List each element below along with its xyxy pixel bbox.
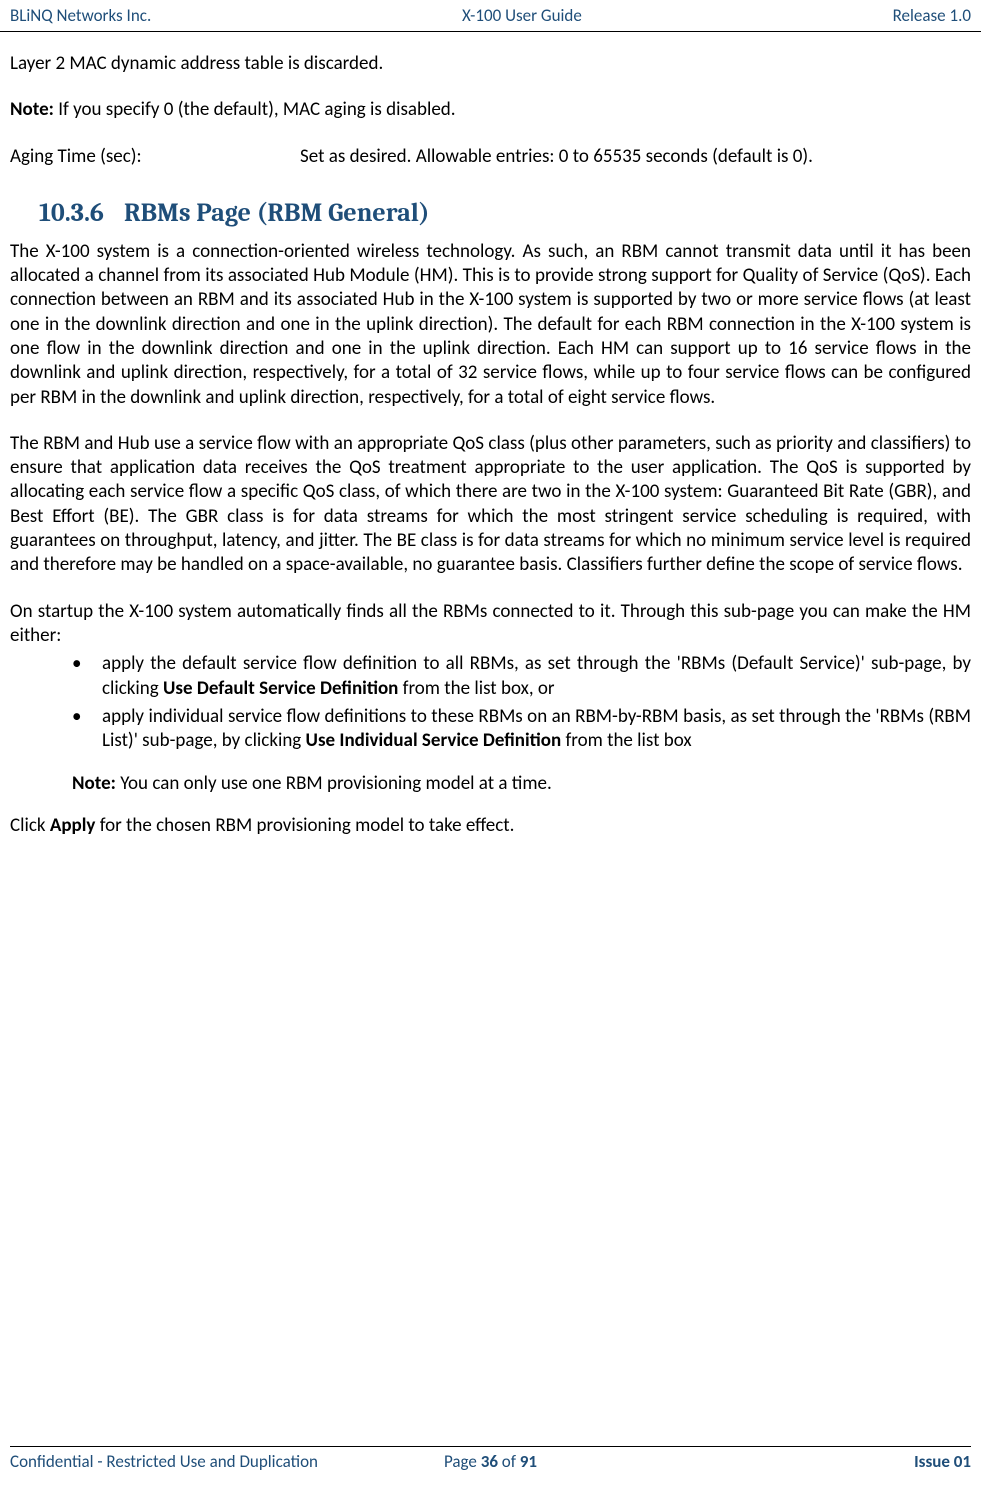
bullet-2-bold: Use Individual Service Definition (306, 729, 562, 752)
section-number: 10.3.6 (39, 198, 104, 228)
page-prefix: Page (444, 1451, 481, 1472)
intro-text: Layer 2 MAC dynamic address table is dis… (10, 52, 971, 76)
list-item: apply the default service flow definitio… (72, 652, 971, 701)
page-mid: of (498, 1451, 520, 1472)
page-number: 36 (481, 1451, 498, 1472)
note-2-label: Note: (72, 772, 116, 795)
bullet-1-post: from the list box, or (398, 677, 554, 700)
final-paragraph: Click Apply for the chosen RBM provision… (10, 814, 971, 838)
note-2-text: You can only use one RBM provisioning mo… (116, 772, 552, 795)
page-content: Layer 2 MAC dynamic address table is dis… (0, 32, 981, 838)
footer-center: Page 36 of 91 (444, 1451, 537, 1472)
note-2: Note: You can only use one RBM provision… (72, 772, 971, 796)
footer-right: Issue 01 (914, 1451, 971, 1472)
page-footer: Confidential - Restricted Use and Duplic… (10, 1446, 971, 1472)
aging-time-value: Set as desired. Allowable entries: 0 to … (300, 145, 971, 168)
aging-time-row: Aging Time (sec): Set as desired. Allowa… (10, 145, 971, 168)
bullet-1-bold: Use Default Service Definition (163, 677, 398, 700)
note-1-text: If you specify 0 (the default), MAC agin… (54, 98, 456, 121)
note-1: Note: If you specify 0 (the default), MA… (10, 98, 971, 122)
footer-left: Confidential - Restricted Use and Duplic… (10, 1451, 318, 1472)
header-left: BLiNQ Networks Inc. (10, 5, 151, 26)
section-title: RBMs Page (RBM General) (124, 198, 430, 228)
section-heading: 10.3.6 RBMs Page (RBM General) (39, 198, 971, 228)
paragraph-3: On startup the X-100 system automaticall… (10, 600, 971, 649)
header-right: Release 1.0 (893, 5, 971, 26)
page-header: BLiNQ Networks Inc. X-100 User Guide Rel… (0, 0, 981, 32)
final-pre: Click (10, 814, 50, 837)
list-item: apply individual service flow definition… (72, 705, 971, 754)
bullet-2-post: from the list box (561, 729, 691, 752)
header-center: X-100 User Guide (462, 5, 582, 26)
bullet-list: apply the default service flow definitio… (72, 652, 971, 753)
final-bold: Apply (50, 814, 96, 837)
aging-time-label: Aging Time (sec): (10, 145, 300, 168)
page-total: 91 (520, 1451, 537, 1472)
note-1-label: Note: (10, 98, 54, 121)
paragraph-1: The X-100 system is a connection-oriente… (10, 240, 971, 410)
final-post: for the chosen RBM provisioning model to… (95, 814, 514, 837)
paragraph-2: The RBM and Hub use a service flow with … (10, 432, 971, 578)
